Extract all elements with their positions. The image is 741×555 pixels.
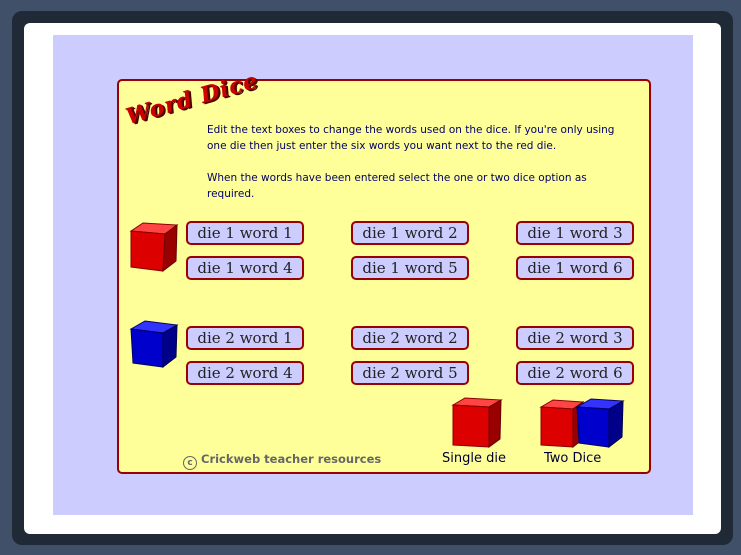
die2-word-4-input[interactable]: die 2 word 4: [186, 361, 304, 385]
die1-word-4-input[interactable]: die 1 word 4: [186, 256, 304, 280]
two-dice-label: Two Dice: [544, 451, 602, 466]
single-die-button[interactable]: Single die: [439, 397, 519, 469]
die1-word-5-input[interactable]: die 1 word 5: [351, 256, 469, 280]
app-title: Word Dice: [123, 67, 261, 130]
copyright-credit: c Crickweb teacher resources: [183, 452, 381, 470]
die1-word-1-input[interactable]: die 1 word 1: [186, 221, 304, 245]
instructions-text-2: When the words have been entered select …: [207, 172, 587, 200]
die2-word-2-input[interactable]: die 2 word 2: [351, 326, 469, 350]
credit-text: Crickweb teacher resources: [201, 452, 382, 466]
app-stage: Word Dice Edit the text boxes to change …: [53, 35, 693, 515]
die1-word-2-input[interactable]: die 1 word 2: [351, 221, 469, 245]
single-die-label: Single die: [442, 451, 506, 466]
die2-word-3-input[interactable]: die 2 word 3: [516, 326, 634, 350]
die2-word-1-input[interactable]: die 2 word 1: [186, 326, 304, 350]
main-panel: Word Dice Edit the text boxes to change …: [117, 67, 651, 474]
red-die-icon: [129, 222, 179, 273]
die2-word-6-input[interactable]: die 2 word 6: [516, 361, 634, 385]
die1-word-3-input[interactable]: die 1 word 3: [516, 221, 634, 245]
copyright-icon: c: [183, 456, 197, 470]
die2-word-5-input[interactable]: die 2 word 5: [351, 361, 469, 385]
die1-word-6-input[interactable]: die 1 word 6: [516, 256, 634, 280]
instructions-text-1: Edit the text boxes to change the words …: [207, 124, 615, 152]
blue-die-icon: [129, 320, 179, 369]
red-die-icon: [451, 397, 503, 448]
blue-die-icon: [575, 398, 625, 449]
two-dice-button[interactable]: Two Dice: [539, 397, 629, 469]
